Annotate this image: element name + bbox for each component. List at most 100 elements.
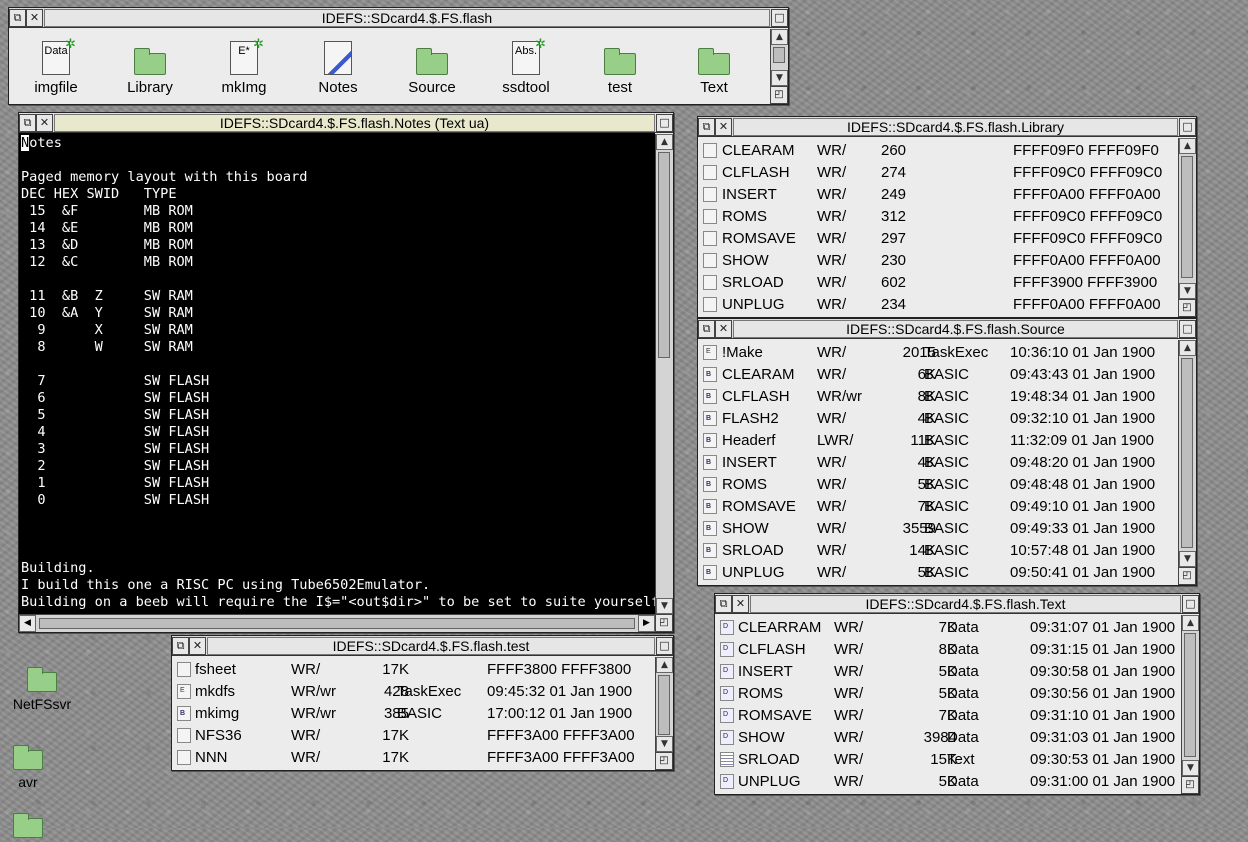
vertical-scrollbar[interactable]: ▲ ▼	[770, 29, 788, 86]
filer-item-text[interactable]: Text	[667, 39, 761, 96]
toggle-size-icon[interactable]: □	[656, 636, 673, 655]
filer-window-flash[interactable]: ⧉ ✕ IDEFS::SDcard4.$.FS.flash □ Data ✲ img…	[8, 7, 789, 105]
filer-window-library[interactable]: ⧉ ✕ IDEFS::SDcard4.$.FS.flash.Library □ …	[697, 116, 1197, 318]
filer-window-source[interactable]: ⧉ ✕ IDEFS::SDcard4.$.FS.flash.Source □ !…	[697, 318, 1197, 586]
file-row[interactable]: mkdfsWR/wr428TaskExec09:45:32 01 Jan 190…	[172, 681, 655, 703]
file-row[interactable]: fsheet WR/17K FFFF3800 FFFF3800	[172, 659, 655, 681]
file-row[interactable]: CLFLASHWR/wr8KBASIC19:48:34 01 Jan 1900	[698, 386, 1178, 408]
file-row[interactable]: SHOWWR/3984Data09:31:03 01 Jan 1900	[715, 727, 1181, 749]
close-icon[interactable]: ✕	[189, 636, 206, 655]
close-icon[interactable]: ✕	[36, 113, 53, 132]
titlebar[interactable]: ⧉ ✕ IDEFS::SDcard4.$.FS.flash.Library □	[698, 117, 1196, 137]
resize-icon[interactable]: ◰	[1178, 567, 1196, 585]
toggle-size-icon[interactable]: □	[1179, 319, 1196, 338]
file-row[interactable]: CLFLASHWR/8KData09:31:15 01 Jan 1900	[715, 639, 1181, 661]
file-row[interactable]: ROMSAVEWR/7KBASIC09:49:10 01 Jan 1900	[698, 496, 1178, 518]
back-icon[interactable]: ⧉	[172, 636, 189, 655]
resize-icon[interactable]: ◰	[770, 86, 788, 104]
file-row[interactable]: NFS36 WR/17K FFFF3A00 FFFF3A00	[172, 725, 655, 747]
filer-item-imgfile[interactable]: Data ✲ imgfile	[9, 37, 103, 96]
scroll-up-icon[interactable]: ▲	[656, 134, 673, 150]
toggle-size-icon[interactable]: □	[656, 113, 673, 132]
titlebar[interactable]: ⧉ ✕ IDEFS::SDcard4.$.FS.flash □	[9, 8, 788, 28]
resize-icon[interactable]: ◰	[655, 614, 673, 632]
file-row[interactable]: SRLOAD WR/602 FFFF3900 FFFF3900	[698, 272, 1178, 294]
file-row[interactable]: CLEARAM WR/260 FFFF09F0 FFFF09F0	[698, 140, 1178, 162]
file-row[interactable]: ROMSAVE WR/297 FFFF09C0 FFFF09C0	[698, 228, 1178, 250]
scroll-down-icon[interactable]: ▼	[1179, 551, 1196, 567]
filer-window-test[interactable]: ⧉ ✕ IDEFS::SDcard4.$.FS.flash.test □ fsh…	[171, 635, 674, 771]
resize-icon[interactable]: ◰	[1178, 299, 1196, 317]
resize-icon[interactable]: ◰	[655, 752, 673, 770]
filer-item-library[interactable]: Library	[103, 39, 197, 96]
file-row[interactable]: ROMSWR/5KBASIC09:48:48 01 Jan 1900	[698, 474, 1178, 496]
filer-item-notes[interactable]: Notes	[291, 39, 385, 96]
scroll-thumb[interactable]	[658, 152, 670, 358]
horizontal-scrollbar[interactable]: ◀ ▶	[19, 614, 655, 632]
file-row[interactable]: INSERTWR/4KBASIC09:48:20 01 Jan 1900	[698, 452, 1178, 474]
file-row[interactable]: SRLOAD WR/15K Text 09:30:53 01 Jan 1900	[715, 749, 1181, 771]
scroll-thumb[interactable]	[1184, 633, 1196, 757]
scroll-down-icon[interactable]: ▼	[656, 736, 673, 752]
file-row[interactable]: INSERT WR/249 FFFF0A00 FFFF0A00	[698, 184, 1178, 206]
back-icon[interactable]: ⧉	[698, 319, 715, 338]
desktop-icon-avr[interactable]: avr	[0, 745, 68, 790]
back-icon[interactable]: ⧉	[19, 113, 36, 132]
file-row[interactable]: !MakeWR/2015TaskExec10:36:10 01 Jan 1900	[698, 342, 1178, 364]
resize-icon[interactable]: ◰	[1181, 776, 1199, 794]
titlebar[interactable]: ⧉ ✕ IDEFS::SDcard4.$.FS.flash.Source □	[698, 319, 1196, 339]
close-icon[interactable]: ✕	[26, 8, 43, 27]
vertical-scrollbar[interactable]: ▲ ▼	[655, 134, 673, 614]
desktop-icon-netfssvr[interactable]: NetFSsvr	[2, 667, 82, 712]
scroll-up-icon[interactable]: ▲	[1182, 615, 1199, 631]
file-row[interactable]: CLFLASH WR/274 FFFF09C0 FFFF09C0	[698, 162, 1178, 184]
scroll-left-icon[interactable]: ◀	[19, 615, 36, 632]
back-icon[interactable]: ⧉	[698, 117, 715, 136]
file-row[interactable]: CLEARRAMWR/7KData09:31:07 01 Jan 1900	[715, 617, 1181, 639]
titlebar[interactable]: ⧉ ✕ IDEFS::SDcard4.$.FS.flash.test □	[172, 636, 673, 656]
back-icon[interactable]: ⧉	[715, 594, 732, 613]
file-row[interactable]: SHOWWR/3559BASIC09:49:33 01 Jan 1900	[698, 518, 1178, 540]
file-row[interactable]: CLEARAMWR/6KBASIC09:43:43 01 Jan 1900	[698, 364, 1178, 386]
filer-item-test[interactable]: test	[573, 39, 667, 96]
scroll-thumb[interactable]	[1181, 156, 1193, 278]
filer-item-ssdtool[interactable]: Abs. ✲ ssdtool	[479, 37, 573, 96]
toggle-size-icon[interactable]: □	[1182, 594, 1199, 613]
scroll-up-icon[interactable]: ▲	[656, 657, 673, 673]
scroll-up-icon[interactable]: ▲	[771, 29, 788, 45]
file-row[interactable]: SRLOADWR/14KBASIC10:57:48 01 Jan 1900	[698, 540, 1178, 562]
notes-text-area[interactable]: Notes Paged memory layout with this boar…	[19, 133, 655, 614]
vertical-scrollbar[interactable]: ▲ ▼	[1181, 615, 1199, 776]
filer-item-mkimg[interactable]: E* ✲ mkImg	[197, 37, 291, 96]
scroll-thumb[interactable]	[773, 47, 785, 63]
scroll-up-icon[interactable]: ▲	[1179, 340, 1196, 356]
scroll-up-icon[interactable]: ▲	[1179, 138, 1196, 154]
file-row[interactable]: HeaderfLWR/11KBASIC11:32:09 01 Jan 1900	[698, 430, 1178, 452]
vertical-scrollbar[interactable]: ▲ ▼	[655, 657, 673, 752]
filer-item-source[interactable]: Source	[385, 39, 479, 96]
titlebar[interactable]: ⧉ ✕ IDEFS::SDcard4.$.FS.flash.Text □	[715, 594, 1199, 614]
toggle-size-icon[interactable]: □	[771, 8, 788, 27]
file-row[interactable]: FLASH2WR/4KBASIC09:32:10 01 Jan 1900	[698, 408, 1178, 430]
desktop-icon-partial[interactable]	[0, 813, 68, 842]
filer-window-text[interactable]: ⧉ ✕ IDEFS::SDcard4.$.FS.flash.Text □ CLE…	[714, 593, 1200, 795]
scroll-down-icon[interactable]: ▼	[1179, 283, 1196, 299]
scroll-right-icon[interactable]: ▶	[638, 615, 655, 632]
vertical-scrollbar[interactable]: ▲ ▼	[1178, 138, 1196, 299]
file-row[interactable]: NNN WR/17K FFFF3A00 FFFF3A00	[172, 747, 655, 769]
notes-window[interactable]: ⧉ ✕ IDEFS::SDcard4.$.FS.flash.Notes (Tex…	[18, 112, 674, 633]
scroll-down-icon[interactable]: ▼	[771, 70, 788, 86]
close-icon[interactable]: ✕	[715, 117, 732, 136]
file-row[interactable]: INSERTWR/5KData09:30:58 01 Jan 1900	[715, 661, 1181, 683]
scroll-down-icon[interactable]: ▼	[656, 598, 673, 614]
toggle-size-icon[interactable]: □	[1179, 117, 1196, 136]
file-row[interactable]: UNPLUGWR/5KBASIC09:50:41 01 Jan 1900	[698, 562, 1178, 584]
file-row[interactable]: UNPLUG WR/234 FFFF0A00 FFFF0A00	[698, 294, 1178, 316]
scroll-thumb[interactable]	[658, 675, 670, 735]
file-row[interactable]: UNPLUGWR/5KData09:31:00 01 Jan 1900	[715, 771, 1181, 793]
file-row[interactable]: mkimgWR/wr385BASIC17:00:12 01 Jan 1900	[172, 703, 655, 725]
titlebar[interactable]: ⧉ ✕ IDEFS::SDcard4.$.FS.flash.Notes (Tex…	[19, 113, 673, 133]
close-icon[interactable]: ✕	[732, 594, 749, 613]
file-row[interactable]: ROMS WR/312 FFFF09C0 FFFF09C0	[698, 206, 1178, 228]
vertical-scrollbar[interactable]: ▲ ▼	[1178, 340, 1196, 567]
